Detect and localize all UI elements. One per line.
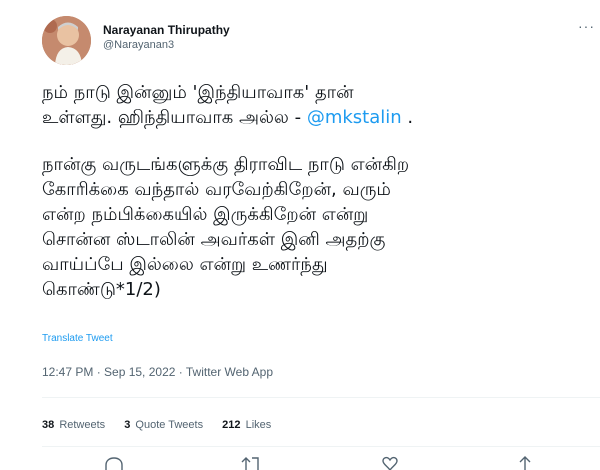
author-handle[interactable]: @Narayanan3 [103,39,174,51]
tweet-timestamp[interactable]: 12:47 PM · Sep 15, 2022 · Twitter Web Ap… [42,365,273,379]
share-icon[interactable] [515,456,535,470]
divider [42,397,600,398]
tweet: Narayanan Thirupathy @Narayanan3 ··· நம்… [0,0,600,470]
avatar-image [42,16,91,65]
retweets-label: Retweets [59,419,106,431]
likes-stat[interactable]: 212 Likes [222,419,271,431]
avatar[interactable] [42,16,91,65]
likes-label: Likes [245,419,272,431]
tweet-text-segment: . [401,107,414,128]
like-icon[interactable] [380,456,400,470]
more-options-icon[interactable]: ··· [578,18,595,34]
tweet-text-segment: உள்ளது. ஹிந்தியாவாக அல்ல - [42,107,307,128]
tweet-line: நான்கு வருடங்களுக்கு திராவிட நாடு என்கிற [42,154,410,175]
tweet-line: சொன்ன ஸ்டாலின் அவர்கள் இனி அதற்கு [42,229,386,250]
translate-tweet-link[interactable]: Translate Tweet [42,333,113,344]
quote-tweets-stat[interactable]: 3 Quote Tweets [124,419,203,431]
retweet-icon[interactable] [240,456,262,470]
tweet-line: கோரிக்கை வந்தால் வரவேற்கிறேன், வரும் [42,179,391,200]
likes-count: 212 [222,419,241,431]
divider [42,446,600,447]
quotes-count: 3 [124,419,131,431]
tweet-line: உள்ளது. ஹிந்தியாவாக அல்ல - @mkstalin . [42,105,582,130]
reply-icon[interactable] [104,456,124,470]
retweets-stat[interactable]: 38 Retweets [42,419,105,431]
tweet-text: நம் நாடு இன்னும் 'இந்தியாவாக' தான் உள்ளத… [42,80,582,302]
mention-link[interactable]: @mkstalin [307,107,402,128]
tweet-actions [0,456,600,470]
tweet-paragraph: நான்கு வருடங்களுக்கு திராவிட நாடு என்கிற… [42,152,582,302]
tweet-line: கொண்டு*1/2) [42,279,161,300]
author-name[interactable]: Narayanan Thirupathy [103,23,230,37]
tweet-line: வாய்ப்பே இல்லை என்று உணர்ந்து [42,254,328,275]
tweet-stats: 38 Retweets 3 Quote Tweets 212 Likes [42,419,287,431]
tweet-line: நம் நாடு இன்னும் 'இந்தியாவாக' தான் [42,82,354,103]
quotes-label: Quote Tweets [135,419,204,431]
tweet-line: என்ற நம்பிக்கையில் இருக்கிறேன் என்று [42,204,369,225]
retweets-count: 38 [42,419,55,431]
